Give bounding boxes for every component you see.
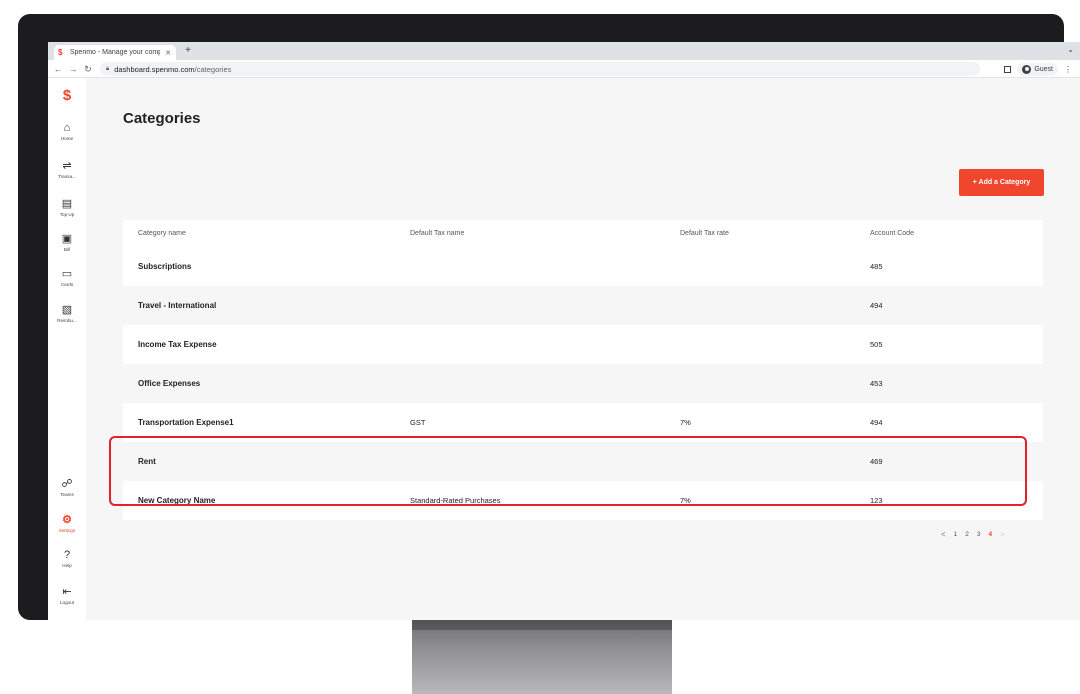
- topup-icon: ▤: [61, 198, 73, 210]
- teams-icon: ☍: [61, 478, 73, 490]
- next-page-icon[interactable]: >: [1000, 530, 1005, 539]
- header-tax-rate: Default Tax rate: [680, 230, 729, 237]
- profile-avatar-icon: [1022, 64, 1032, 74]
- sidebar-item-transactions[interactable]: ⇌ Transa...: [48, 160, 86, 179]
- table-row[interactable]: Office Expenses 453: [123, 364, 1043, 403]
- category-name: Income Tax Expense: [138, 340, 217, 349]
- table-row[interactable]: Income Tax Expense 505: [123, 325, 1043, 364]
- categories-table: Category name Default Tax name Default T…: [123, 220, 1043, 520]
- side-panel-icon[interactable]: [1004, 65, 1012, 73]
- browser-tab[interactable]: $ Spenmo - Manage your company ✕: [54, 45, 176, 60]
- page-4[interactable]: 4: [989, 531, 993, 538]
- new-tab-button[interactable]: +: [182, 44, 194, 58]
- settings-icon: ⚙: [62, 514, 72, 526]
- page-3[interactable]: 3: [977, 531, 981, 538]
- header-category-name: Category name: [138, 230, 186, 237]
- profile-name: Guest: [1034, 65, 1053, 73]
- account-code: 494: [870, 418, 883, 427]
- url-text: dashboard.spenmo.com/categories: [114, 64, 232, 74]
- help-icon: ?: [63, 549, 71, 561]
- category-name: Travel - International: [138, 301, 217, 310]
- tab-search-chevron-icon[interactable]: ⌄: [1067, 45, 1074, 54]
- pagination: < 1 2 3 4 >: [941, 530, 1005, 539]
- lock-icon: 🔒︎: [106, 65, 110, 72]
- browser-menu-icon[interactable]: ⋮: [1064, 65, 1072, 74]
- reload-icon[interactable]: ↻: [82, 62, 94, 76]
- table-row[interactable]: Transportation Expense1 GST 7% 494: [123, 403, 1043, 442]
- table-body: Subscriptions 485 Travel - International…: [123, 247, 1043, 520]
- table-row[interactable]: Rent 469: [123, 442, 1043, 481]
- account-code: 469: [870, 457, 883, 466]
- page-2[interactable]: 2: [965, 531, 969, 538]
- header-account-code: Account Code: [870, 230, 914, 237]
- address-bar[interactable]: 🔒︎ dashboard.spenmo.com/categories: [100, 62, 980, 76]
- monitor-stand-shadow: [412, 620, 672, 630]
- reimbursement-icon: ▧: [61, 304, 73, 316]
- sidebar-item-bill[interactable]: ▣ Bill: [48, 233, 86, 252]
- table-row[interactable]: Travel - International 494: [123, 286, 1043, 325]
- category-name: Transportation Expense1: [138, 418, 234, 427]
- monitor: $ Spenmo - Manage your company ✕ + ⌄ ← →…: [18, 14, 1080, 620]
- table-row[interactable]: New Category Name Standard-Rated Purchas…: [123, 481, 1043, 520]
- bill-icon: ▣: [61, 233, 73, 245]
- sidebar-item-topup[interactable]: ▤ Top Up: [48, 198, 86, 217]
- tab-title: Spenmo - Manage your company: [69, 49, 160, 56]
- tax-name: Standard-Rated Purchases: [410, 496, 501, 505]
- sidebar: $ ⌂ Home ⇌ Transa... ▤ Top Up ▣ Bill ▭ C…: [48, 78, 86, 620]
- tax-name: GST: [410, 418, 426, 427]
- account-code: 494: [870, 301, 883, 310]
- page-title: Categories: [123, 110, 201, 127]
- sidebar-item-cards[interactable]: ▭ Cards: [48, 268, 86, 287]
- home-icon: ⌂: [63, 122, 71, 134]
- browser-tabbar: $ Spenmo - Manage your company ✕ + ⌄: [48, 42, 1080, 60]
- monitor-stand: [412, 620, 672, 694]
- main-content: Categories + Add a Category Category nam…: [86, 78, 1080, 620]
- back-arrow-icon[interactable]: ←: [52, 62, 64, 76]
- sidebar-item-help[interactable]: ? Help: [48, 549, 86, 568]
- sidebar-item-logout[interactable]: ⇤ Logout: [48, 586, 86, 605]
- tax-rate: 7%: [680, 496, 691, 505]
- spenmo-favicon-icon: $: [58, 47, 63, 57]
- header-tax-name: Default Tax name: [410, 230, 465, 237]
- category-name: Rent: [138, 457, 156, 466]
- forward-arrow-icon[interactable]: →: [67, 62, 79, 76]
- account-code: 485: [870, 262, 883, 271]
- account-code: 453: [870, 379, 883, 388]
- tax-rate: 7%: [680, 418, 691, 427]
- account-code: 505: [870, 340, 883, 349]
- transactions-icon: ⇌: [62, 160, 72, 172]
- category-name: Office Expenses: [138, 379, 201, 388]
- account-code: 123: [870, 496, 883, 505]
- table-row[interactable]: Subscriptions 485: [123, 247, 1043, 286]
- browser-actions: Guest ⋮: [1004, 62, 1072, 76]
- sidebar-item-reimbursement[interactable]: ▧ Reimbu...: [48, 304, 86, 323]
- close-tab-icon[interactable]: ✕: [164, 49, 172, 57]
- category-name: New Category Name: [138, 496, 216, 505]
- stage: $ Spenmo - Manage your company ✕ + ⌄ ← →…: [0, 0, 1080, 694]
- category-name: Subscriptions: [138, 262, 192, 271]
- sidebar-item-teams[interactable]: ☍ Teams: [48, 478, 86, 497]
- spenmo-logo-icon[interactable]: $: [59, 88, 75, 104]
- sidebar-item-home[interactable]: ⌂ Home: [48, 122, 86, 141]
- sidebar-item-settings[interactable]: ⚙ Settings: [48, 514, 86, 533]
- table-header: Category name Default Tax name Default T…: [123, 220, 1043, 247]
- page-1[interactable]: 1: [954, 531, 958, 538]
- profile-button[interactable]: Guest: [1017, 62, 1058, 76]
- logout-icon: ⇤: [62, 586, 72, 598]
- browser-toolbar: ← → ↻ 🔒︎ dashboard.spenmo.com/categories…: [48, 60, 1080, 78]
- prev-page-icon[interactable]: <: [941, 530, 946, 539]
- app: $ ⌂ Home ⇌ Transa... ▤ Top Up ▣ Bill ▭ C…: [48, 78, 1080, 620]
- cards-icon: ▭: [61, 268, 73, 280]
- add-category-button[interactable]: + Add a Category: [959, 169, 1044, 196]
- screen: $ Spenmo - Manage your company ✕ + ⌄ ← →…: [48, 42, 1080, 620]
